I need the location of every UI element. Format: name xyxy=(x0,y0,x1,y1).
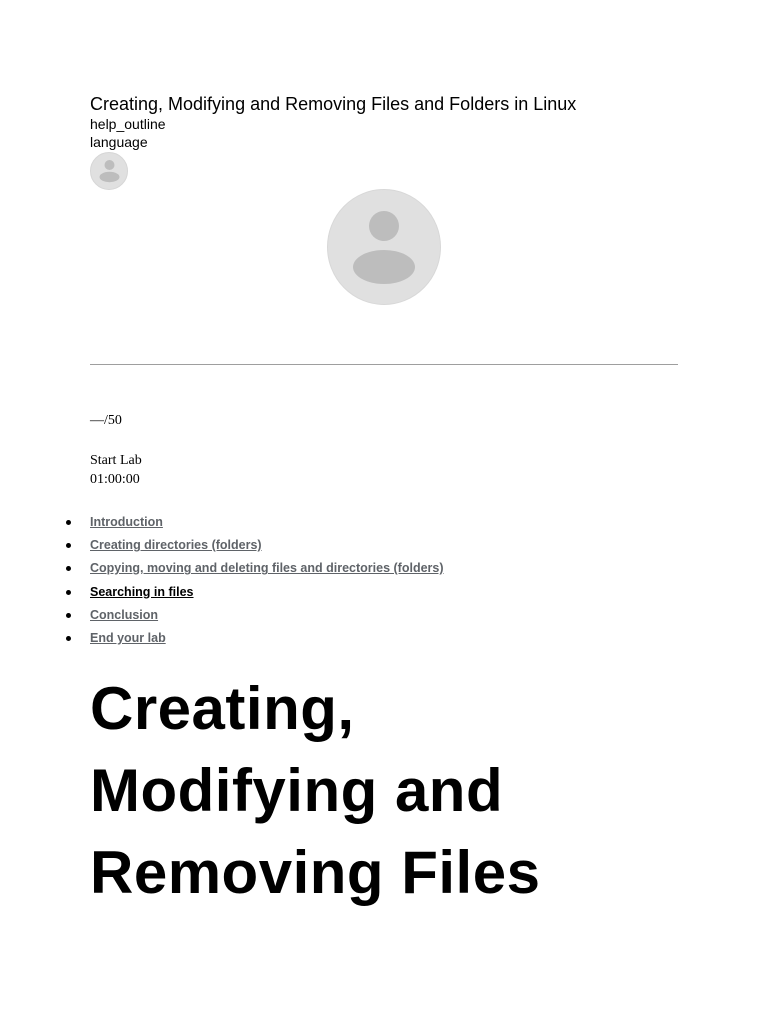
lab-page: Creating, Modifying and Removing Files a… xyxy=(0,0,768,1024)
content-heading-line-2: Modifying and xyxy=(90,757,504,824)
content-heading-line-3: Removing Files xyxy=(90,839,541,906)
bullet-icon xyxy=(66,612,71,618)
start-lab-button[interactable]: Start Lab xyxy=(90,452,142,470)
toc-link-creating-directories[interactable]: Creating directories (folders) xyxy=(90,535,262,555)
toc-link-introduction[interactable]: Introduction xyxy=(90,512,163,532)
help-outline-icon[interactable]: help_outline xyxy=(90,116,166,133)
lab-timer: 01:00:00 xyxy=(90,472,140,487)
toc-link-copying-moving-deleting[interactable]: Copying, moving and deleting files and d… xyxy=(90,558,444,578)
lab-title: Creating, Modifying and Removing Files a… xyxy=(90,94,577,114)
content-heading-line-1: Creating, xyxy=(90,675,355,742)
toc-link-end-your-lab[interactable]: End your lab xyxy=(90,628,166,648)
toc-link-searching-in-files[interactable]: Searching in files xyxy=(90,582,194,602)
bullet-icon xyxy=(66,589,71,595)
bullet-icon xyxy=(66,566,71,572)
bullet-icon xyxy=(66,635,71,641)
lab-score: —/50 xyxy=(90,413,122,428)
bullet-icon xyxy=(66,543,71,549)
bullet-icon xyxy=(66,520,71,525)
account-circle-icon xyxy=(327,189,441,305)
content-heading: Creating, Modifying and Removing Files xyxy=(90,668,690,914)
profile-avatar xyxy=(327,189,441,305)
section-divider xyxy=(90,364,678,365)
language-icon[interactable]: language xyxy=(90,134,148,151)
account-avatar-button[interactable] xyxy=(90,152,128,190)
toc-link-conclusion[interactable]: Conclusion xyxy=(90,605,158,625)
account-circle-icon xyxy=(90,152,128,190)
